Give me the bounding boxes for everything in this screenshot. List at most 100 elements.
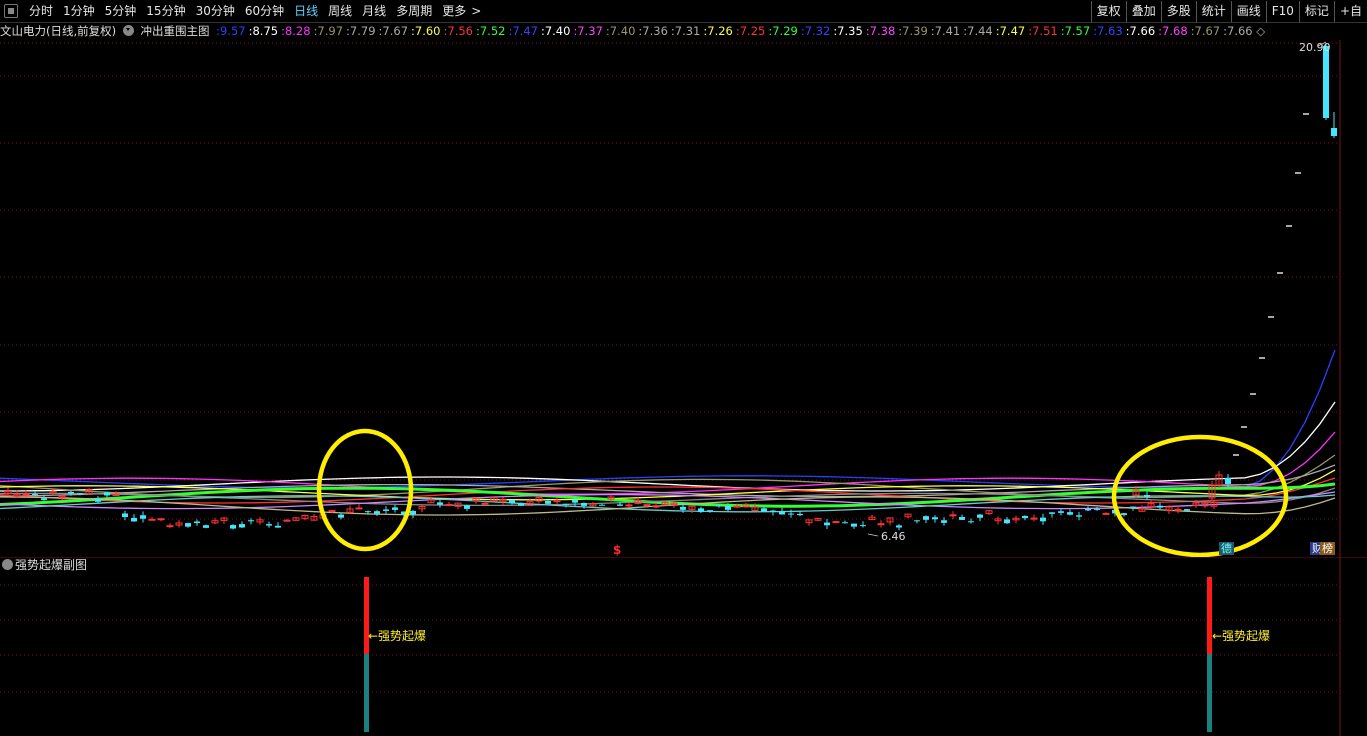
ma-value-12: :7.40 [605,24,636,38]
ma-value-8: :7.52 [475,24,506,38]
candle-body [797,513,803,516]
low-price-label: 6.46 [881,530,906,543]
candle-body [1067,512,1073,515]
badge-de[interactable]: 德 [1219,542,1234,555]
period-toolbar: 分时 1分钟 5分钟 15分钟 30分钟 60分钟 日线 周线 月线 多周期 更多 > 复权 叠加 多股统… [0,0,1367,23]
candle-body [437,502,443,505]
candle-body [194,521,200,524]
candle-body [464,505,470,509]
ma-line-1 [0,401,1336,492]
candle-body [707,510,713,512]
candle-body [328,510,336,513]
candle-body [239,524,245,528]
candle-body [832,521,840,524]
candle-body [572,499,578,503]
candle-body [131,517,137,522]
indicator-name[interactable]: 冲出重围主图 [140,24,209,38]
toolbar-button-3[interactable]: 统计 [1195,1,1231,22]
candle-body [1040,517,1046,522]
candle-body [1144,495,1150,497]
sub-chart-title[interactable]: 强势起爆副图 [15,558,87,572]
candle-body [481,502,489,505]
candle-body [166,525,174,528]
ma-value-4: :7.79 [346,24,376,38]
ma-value-25: :7.51 [1028,24,1058,38]
toolbar-button-6[interactable]: 标记 [1298,1,1334,22]
ma-value-13: :7.36 [638,24,668,38]
candle-body [77,493,83,495]
toolbar-button-0[interactable]: 复权 [1090,1,1126,22]
ma-value-15: :7.26 [703,24,733,38]
candle-body [625,504,633,507]
ma-value-18: :7.32 [800,24,831,38]
candle-body [1121,513,1127,516]
candle-body [266,524,272,526]
badge-bang[interactable]: 榜 [1320,542,1335,555]
period-tab-2[interactable]: 5分钟 [100,0,142,22]
sub-indicator-dropdown-icon[interactable] [2,559,13,570]
candle-body [949,514,957,517]
toolbar-button-2[interactable]: 多股 [1160,1,1196,22]
toolbar-button-1[interactable]: 叠加 [1125,1,1161,22]
ma-value-23: :7.44 [963,24,993,38]
candle-body [445,503,453,506]
candle-body [122,513,128,518]
sub-indicator-chart[interactable] [0,557,1367,736]
period-tab-6[interactable]: 日线 [289,0,323,22]
candle-body [1094,508,1100,510]
candle-body [959,517,965,520]
toolbar-button-5[interactable]: F10 [1265,1,1299,22]
period-tab-7[interactable]: 周线 [323,0,357,22]
ma-value-30: :7.67 [1190,24,1221,38]
candle-body [877,523,885,526]
candle-body [716,505,722,507]
candle-body [977,514,983,518]
ma-value-1: :8.75 [248,24,279,38]
ma-value-19: :7.35 [833,24,863,38]
candle-body [851,523,857,527]
candle-body [355,507,363,510]
period-tab-3[interactable]: 15分钟 [141,0,190,22]
period-tab-1[interactable]: 1分钟 [58,0,100,22]
ma-value-14: :7.31 [670,24,701,38]
candle-body [1157,505,1163,508]
period-tab-10[interactable]: 更多 [437,0,471,22]
ma-value-27: :7.63 [1093,24,1123,38]
indicator-dropdown-icon[interactable] [122,25,134,36]
candle-body [914,520,920,522]
period-tab-0[interactable]: 分时 [24,0,58,22]
period-tab-5[interactable]: 60分钟 [240,0,289,22]
final-candle-body [1323,46,1329,118]
candle-body [338,514,344,518]
candle-body [275,525,281,528]
period-tab-9[interactable]: 多周期 [391,0,437,22]
candle-body [230,525,236,529]
candle-body [1049,512,1055,514]
candle-body [140,515,146,519]
candle-body [185,523,191,527]
more-arrow-icon[interactable]: > [471,0,486,22]
candle-body [761,508,767,512]
main-price-chart[interactable] [0,40,1367,557]
ma-value-21: :7.39 [898,24,928,38]
candle-body [788,513,794,515]
toolbar-button-4[interactable]: 画线 [1230,1,1266,22]
period-tab-8[interactable]: 月线 [357,0,391,22]
candle-body [698,508,704,513]
candle-body [725,505,731,510]
ma-value-16: :7.25 [735,24,766,38]
settings-diamond-icon[interactable]: ◇ [1256,24,1265,38]
candle-body [941,520,947,523]
ma-value-17: :7.29 [768,24,798,38]
ma-value-22: :7.41 [930,24,961,38]
high-price-label: 20.90 [1299,41,1331,54]
candle-body [1085,508,1091,511]
ma-value-0: :9.57 [216,24,246,38]
candle-body [896,525,902,528]
ma-value-7: :7.56 [443,24,473,38]
window-menu-icon[interactable] [4,4,18,18]
period-tab-4[interactable]: 30分钟 [191,0,240,22]
ma-value-20: :7.38 [865,24,896,38]
candle-body [365,511,371,513]
toolbar-button-7[interactable]: +自 [1333,1,1367,22]
